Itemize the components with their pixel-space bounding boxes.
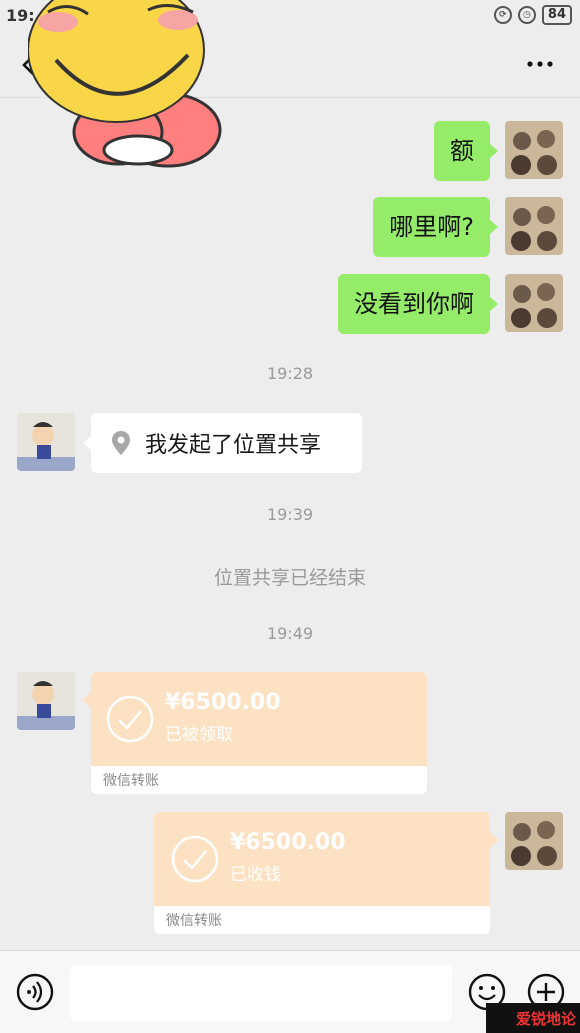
contact-avatar[interactable] [17, 672, 75, 730]
status-icons: ⟳ ◷ 84 [493, 5, 572, 25]
timestamp: 19:39 [266, 505, 314, 524]
battery-indicator: 84 [541, 5, 572, 25]
location-share-message[interactable]: 我发起了位置共享 [83, 413, 362, 473]
outgoing-message[interactable]: 额 [434, 121, 498, 181]
message-input[interactable] [70, 965, 452, 1021]
transfer-status: 已被领取 [165, 725, 233, 745]
bubble-tail [490, 832, 498, 848]
timestamp: 19:49 [266, 624, 314, 643]
message-text: 额 [450, 137, 474, 165]
bubble-tail [83, 692, 91, 708]
outgoing-message[interactable]: 哪里啊? [373, 197, 498, 257]
transfer-label: 微信转账 [166, 913, 222, 929]
watermark-text: 爱锐地论 [516, 1009, 577, 1028]
location-pin-icon [112, 431, 130, 455]
voice-input-icon[interactable] [16, 973, 54, 1011]
transfer-label: 微信转账 [103, 773, 159, 789]
alarm-icon: ◷ [517, 6, 536, 24]
transfer-amount: ¥6500.00 [230, 830, 346, 855]
transfer-amount: ¥6500.00 [165, 690, 281, 715]
message-text: 没看到你啊 [354, 290, 474, 318]
more-options-icon[interactable] [526, 54, 554, 74]
system-notice: 位置共享已经结束 [213, 567, 366, 589]
my-avatar[interactable] [505, 121, 563, 179]
outgoing-message[interactable]: 没看到你啊 [338, 274, 498, 334]
my-avatar[interactable] [505, 812, 563, 870]
check-circle-icon [171, 835, 219, 883]
location-share-text: 我发起了位置共享 [145, 433, 322, 458]
site-watermark: 爱锐地论 [486, 1003, 580, 1033]
transfer-status: 已收钱 [230, 865, 281, 885]
message-text: 哪里啊? [389, 213, 474, 241]
transfer-card-sent[interactable]: ¥6500.00 已收钱 微信转账 [154, 812, 490, 934]
smiley-sticker-image [28, 0, 222, 168]
contact-avatar[interactable] [17, 413, 75, 471]
lock-rotation-icon: ⟳ [493, 6, 512, 24]
timestamp: 19:28 [266, 364, 314, 383]
check-circle-icon [106, 695, 154, 743]
my-avatar[interactable] [505, 197, 563, 255]
transfer-card-received[interactable]: ¥6500.00 已被领取 微信转账 [91, 672, 427, 794]
my-avatar[interactable] [505, 274, 563, 332]
